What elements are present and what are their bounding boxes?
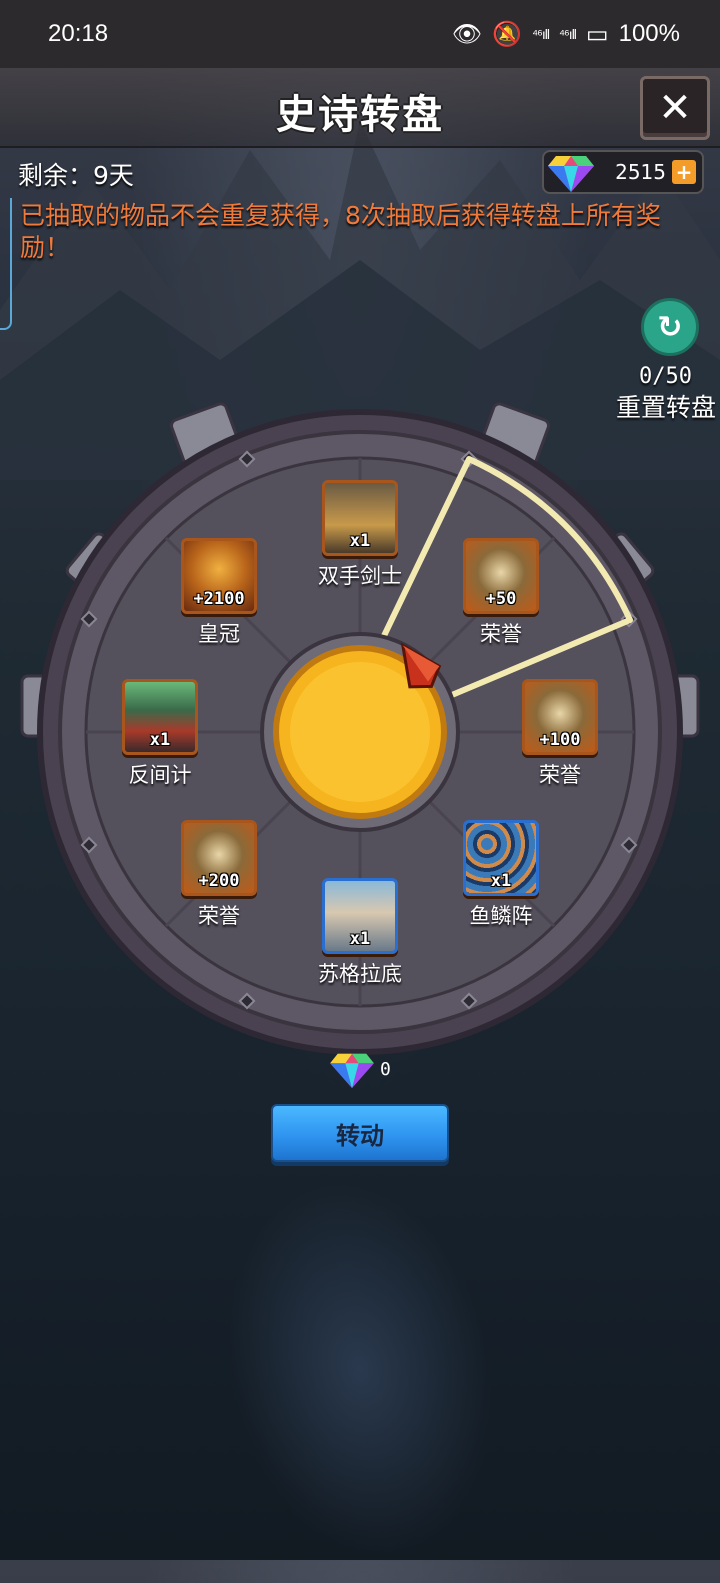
status-icons: 👁 🔕 ⁴⁶ıll ⁴⁶ıll ▭ 100% [452, 20, 680, 49]
swordsman-icon: x1 [322, 480, 398, 556]
prize-item: +2100 皇冠 [179, 538, 259, 648]
status-bar: 20:18 👁 🔕 ⁴⁶ıll ⁴⁶ıll ▭ 100% [0, 0, 720, 68]
spin-cost-value: 0 [380, 1058, 391, 1080]
title-bar: 史诗转盘 ✕ [0, 68, 720, 148]
prize-amount: +2100 [193, 589, 245, 609]
prize-amount: +50 [485, 589, 517, 609]
page-title: 史诗转盘 [276, 92, 444, 138]
prize-label: 苏格拉底 [318, 962, 402, 986]
honor-icon: +50 [463, 538, 539, 614]
close-button[interactable]: ✕ [640, 76, 710, 140]
mute-icon: 🔕 [492, 20, 523, 48]
prize-item: +100 荣誉 [520, 679, 600, 789]
notice-text: 已抽取的物品不会重复获得，8次抽取后获得转盘上所有奖励！ [20, 201, 661, 262]
honor-icon: +200 [181, 820, 257, 896]
refresh-icon: ↻ [657, 309, 683, 345]
honor-icon: +100 [522, 679, 598, 755]
prize-item: x1 鱼鳞阵 [461, 820, 541, 930]
prize-amount: +100 [539, 730, 581, 750]
reset-count: 0/50 [639, 364, 692, 389]
prize-label: 鱼鳞阵 [469, 904, 533, 928]
eye-icon: 👁 [451, 20, 483, 48]
gem-icon [548, 156, 594, 192]
add-gems-button[interactable]: + [672, 160, 696, 184]
reset-wheel-button[interactable]: ↻ [641, 298, 699, 356]
fish-scale-formation-icon: x1 [463, 820, 539, 896]
prize-amount: x1 [149, 730, 171, 750]
prize-label: 双手剑士 [318, 564, 402, 588]
prize-item: +200 荣誉 [179, 820, 259, 930]
signal-icon: ⁴⁶ıll [559, 26, 577, 42]
close-icon: ✕ [658, 85, 692, 131]
gem-icon [330, 1053, 374, 1088]
prize-label: 荣誉 [480, 622, 522, 646]
prize-label: 皇冠 [198, 622, 240, 646]
spin-cost: 0 [330, 1050, 391, 1088]
prize-label: 荣誉 [539, 763, 581, 787]
prize-item: x1 反间计 [120, 679, 200, 789]
prize-label: 荣誉 [198, 904, 240, 928]
battery-icon: ▭ [585, 20, 609, 48]
status-time: 20:18 [48, 20, 109, 47]
prize-label: 反间计 [128, 763, 192, 787]
gem-balance: 2515 + [542, 150, 704, 194]
signal-icon: ⁴⁶ıll [532, 26, 550, 42]
prize-item: +50 荣誉 [461, 538, 541, 648]
spy-icon: x1 [122, 679, 198, 755]
socrates-icon: x1 [322, 878, 398, 954]
prize-amount: x1 [349, 531, 371, 551]
crown-icon: +2100 [181, 538, 257, 614]
prize-amount: +200 [198, 871, 240, 891]
prize-item: x1 苏格拉底 [318, 878, 402, 988]
remaining-days: 剩余：9天 [18, 161, 134, 190]
gem-count: 2515 [615, 160, 666, 184]
prize-item: x1 双手剑士 [318, 480, 402, 590]
prize-amount: x1 [490, 871, 512, 891]
side-panel-edge[interactable] [0, 198, 12, 330]
spin-button-label: 转动 [336, 1121, 384, 1150]
battery-percent: 100% [618, 20, 680, 47]
spin-button[interactable]: 转动 [271, 1104, 449, 1162]
prize-amount: x1 [349, 929, 371, 949]
